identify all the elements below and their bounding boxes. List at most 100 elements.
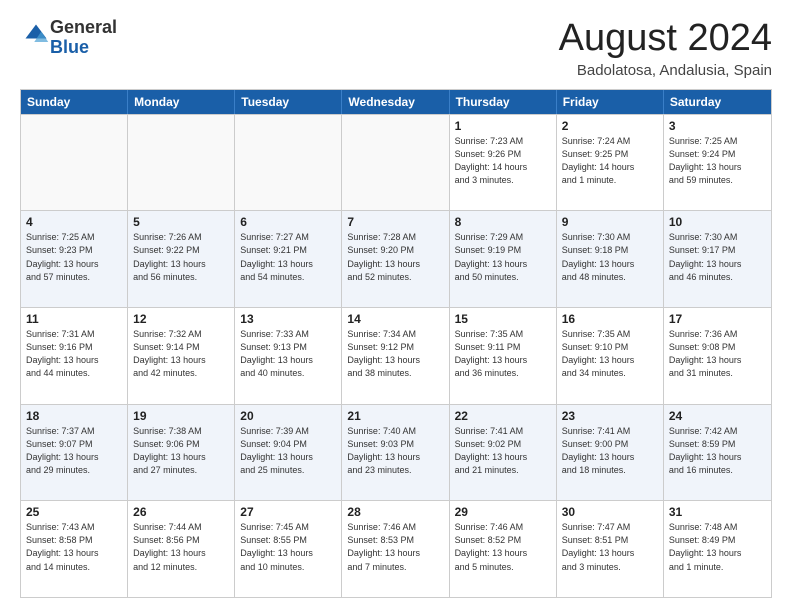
day-info: Sunrise: 7:27 AM Sunset: 9:21 PM Dayligh… [240,231,336,283]
cal-cell-2-6: 9 Sunrise: 7:30 AM Sunset: 9:18 PM Daylig… [557,211,664,307]
cal-cell-2-5: 8Sunrise: 7:29 AM Sunset: 9:19 PM Daylig… [450,211,557,307]
cal-cell-2-1: 4 Sunrise: 7:25 AM Sunset: 9:23 PM Daylig… [21,211,128,307]
day-number: 24 [669,409,766,423]
day-number: 12 [133,312,229,326]
cal-cell-4-6: 23 Sunrise: 7:41 AM Sunset: 9:00 PM Dayli… [557,405,664,501]
day-info: Sunrise: 7:23 AM Sunset: 9:26 PM Dayligh… [455,135,551,187]
cal-cell-5-2: 26Sunrise: 7:44 AM Sunset: 8:56 PM Dayli… [128,501,235,597]
cal-cell-2-7: 10 Sunrise: 7:30 AM Sunset: 9:17 PM Dayli… [664,211,771,307]
cal-cell-3-3: 13 Sunrise: 7:33 AM Sunset: 9:13 PM Dayli… [235,308,342,404]
logo-icon [22,21,50,49]
cal-row-4: 18 Sunrise: 7:37 AM Sunset: 9:07 PM Dayli… [21,404,771,501]
logo-general-text: General [50,17,117,37]
calendar: Sunday Monday Tuesday Wednesday Thursday… [20,89,772,598]
day-number: 6 [240,215,336,229]
day-number: 7 [347,215,443,229]
day-info: Sunrise: 7:48 AM Sunset: 8:49 PM Dayligh… [669,521,766,573]
cal-cell-4-3: 20 Sunrise: 7:39 AM Sunset: 9:04 PM Dayli… [235,405,342,501]
day-number: 4 [26,215,122,229]
day-number: 28 [347,505,443,519]
day-number: 10 [669,215,766,229]
cal-cell-5-3: 27Sunrise: 7:45 AM Sunset: 8:55 PM Dayli… [235,501,342,597]
cal-cell-3-6: 16Sunrise: 7:35 AM Sunset: 9:10 PM Dayli… [557,308,664,404]
cal-cell-4-2: 19Sunrise: 7:38 AM Sunset: 9:06 PM Dayli… [128,405,235,501]
cal-cell-2-2: 5Sunrise: 7:26 AM Sunset: 9:22 PM Daylig… [128,211,235,307]
day-info: Sunrise: 7:46 AM Sunset: 8:52 PM Dayligh… [455,521,551,573]
day-info: Sunrise: 7:42 AM Sunset: 8:59 PM Dayligh… [669,425,766,477]
cal-cell-5-6: 30Sunrise: 7:47 AM Sunset: 8:51 PM Dayli… [557,501,664,597]
day-number: 18 [26,409,122,423]
cal-cell-4-1: 18 Sunrise: 7:37 AM Sunset: 9:07 PM Dayli… [21,405,128,501]
day-number: 16 [562,312,658,326]
day-number: 15 [455,312,551,326]
day-number: 31 [669,505,766,519]
header-monday: Monday [128,90,235,114]
header-thursday: Thursday [450,90,557,114]
cal-cell-5-5: 29Sunrise: 7:46 AM Sunset: 8:52 PM Dayli… [450,501,557,597]
cal-cell-3-7: 17Sunrise: 7:36 AM Sunset: 9:08 PM Dayli… [664,308,771,404]
cal-cell-1-7: 3Sunrise: 7:25 AM Sunset: 9:24 PM Daylig… [664,115,771,211]
day-number: 20 [240,409,336,423]
day-number: 11 [26,312,122,326]
day-number: 9 [562,215,658,229]
day-number: 2 [562,119,658,133]
day-info: Sunrise: 7:31 AM Sunset: 9:16 PM Dayligh… [26,328,122,380]
calendar-header: Sunday Monday Tuesday Wednesday Thursday… [21,90,771,114]
day-info: Sunrise: 7:34 AM Sunset: 9:12 PM Dayligh… [347,328,443,380]
cal-row-3: 11 Sunrise: 7:31 AM Sunset: 9:16 PM Dayli… [21,307,771,404]
title-block: August 2024 Badolatosa, Andalusia, Spain [559,18,772,79]
day-info: Sunrise: 7:35 AM Sunset: 9:11 PM Dayligh… [455,328,551,380]
day-info: Sunrise: 7:41 AM Sunset: 9:02 PM Dayligh… [455,425,551,477]
day-info: Sunrise: 7:24 AM Sunset: 9:25 PM Dayligh… [562,135,658,187]
cal-cell-1-2 [128,115,235,211]
cal-row-1: 1 Sunrise: 7:23 AM Sunset: 9:26 PM Daylig… [21,114,771,211]
location: Badolatosa, Andalusia, Spain [559,62,772,79]
day-info: Sunrise: 7:30 AM Sunset: 9:18 PM Dayligh… [562,231,658,283]
day-info: Sunrise: 7:26 AM Sunset: 9:22 PM Dayligh… [133,231,229,283]
header: General Blue August 2024 Badolatosa, And… [20,18,772,79]
day-number: 22 [455,409,551,423]
day-info: Sunrise: 7:40 AM Sunset: 9:03 PM Dayligh… [347,425,443,477]
calendar-body: 1 Sunrise: 7:23 AM Sunset: 9:26 PM Daylig… [21,114,771,597]
day-info: Sunrise: 7:37 AM Sunset: 9:07 PM Dayligh… [26,425,122,477]
day-number: 25 [26,505,122,519]
day-info: Sunrise: 7:33 AM Sunset: 9:13 PM Dayligh… [240,328,336,380]
day-number: 13 [240,312,336,326]
day-number: 26 [133,505,229,519]
cal-cell-5-7: 31 Sunrise: 7:48 AM Sunset: 8:49 PM Dayli… [664,501,771,597]
cal-cell-3-5: 15 Sunrise: 7:35 AM Sunset: 9:11 PM Dayli… [450,308,557,404]
cal-cell-5-1: 25 Sunrise: 7:43 AM Sunset: 8:58 PM Dayli… [21,501,128,597]
header-saturday: Saturday [664,90,771,114]
cal-cell-4-4: 21 Sunrise: 7:40 AM Sunset: 9:03 PM Dayli… [342,405,449,501]
day-info: Sunrise: 7:32 AM Sunset: 9:14 PM Dayligh… [133,328,229,380]
cal-cell-3-4: 14Sunrise: 7:34 AM Sunset: 9:12 PM Dayli… [342,308,449,404]
day-info: Sunrise: 7:30 AM Sunset: 9:17 PM Dayligh… [669,231,766,283]
day-number: 23 [562,409,658,423]
day-number: 17 [669,312,766,326]
logo: General Blue [20,18,117,58]
month-title: August 2024 [559,18,772,60]
day-info: Sunrise: 7:43 AM Sunset: 8:58 PM Dayligh… [26,521,122,573]
day-number: 21 [347,409,443,423]
cal-row-2: 4 Sunrise: 7:25 AM Sunset: 9:23 PM Daylig… [21,210,771,307]
cal-cell-1-1 [21,115,128,211]
day-number: 1 [455,119,551,133]
day-number: 27 [240,505,336,519]
day-info: Sunrise: 7:46 AM Sunset: 8:53 PM Dayligh… [347,521,443,573]
day-info: Sunrise: 7:39 AM Sunset: 9:04 PM Dayligh… [240,425,336,477]
header-wednesday: Wednesday [342,90,449,114]
day-info: Sunrise: 7:41 AM Sunset: 9:00 PM Dayligh… [562,425,658,477]
cal-cell-1-5: 1 Sunrise: 7:23 AM Sunset: 9:26 PM Daylig… [450,115,557,211]
cal-cell-4-7: 24 Sunrise: 7:42 AM Sunset: 8:59 PM Dayli… [664,405,771,501]
cal-cell-1-4 [342,115,449,211]
cal-cell-3-2: 12 Sunrise: 7:32 AM Sunset: 9:14 PM Dayli… [128,308,235,404]
cal-cell-1-6: 2 Sunrise: 7:24 AM Sunset: 9:25 PM Daylig… [557,115,664,211]
cal-cell-2-3: 6 Sunrise: 7:27 AM Sunset: 9:21 PM Daylig… [235,211,342,307]
header-sunday: Sunday [21,90,128,114]
day-number: 19 [133,409,229,423]
header-friday: Friday [557,90,664,114]
cal-cell-4-5: 22 Sunrise: 7:41 AM Sunset: 9:02 PM Dayli… [450,405,557,501]
day-info: Sunrise: 7:25 AM Sunset: 9:23 PM Dayligh… [26,231,122,283]
cal-cell-5-4: 28 Sunrise: 7:46 AM Sunset: 8:53 PM Dayli… [342,501,449,597]
day-info: Sunrise: 7:25 AM Sunset: 9:24 PM Dayligh… [669,135,766,187]
